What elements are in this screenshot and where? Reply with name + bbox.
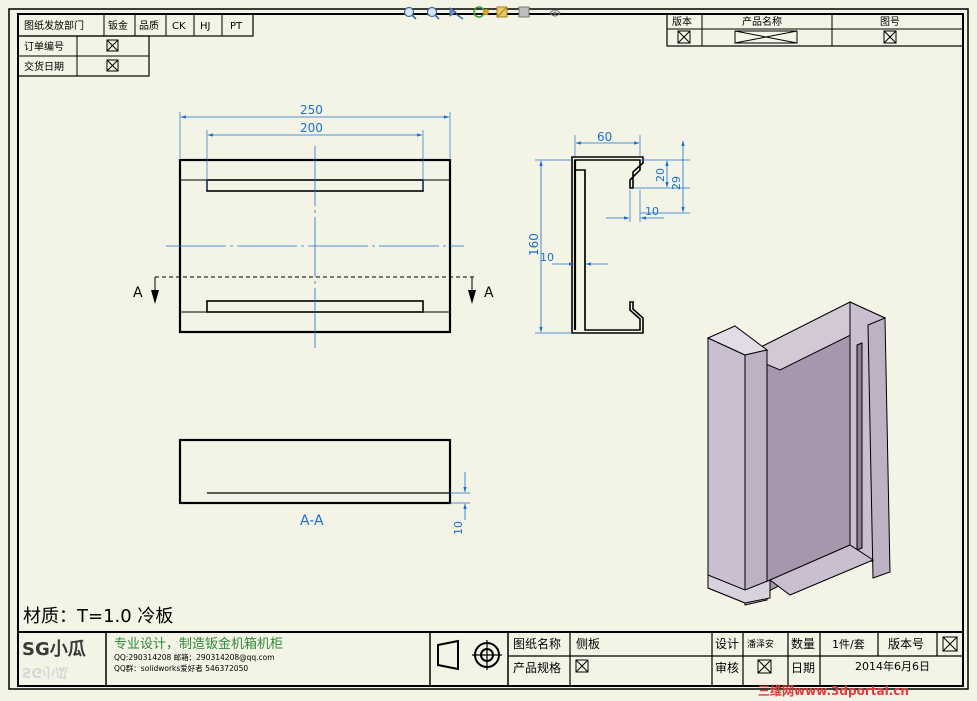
date-value: 2014年6月6日 — [855, 659, 930, 673]
dept-cell-1: 品质 — [139, 20, 159, 32]
dim-wall[interactable]: 10 — [540, 251, 554, 264]
contact-line-1: QQ:290314208 邮箱：290314208@qq.com — [114, 652, 275, 662]
projection-symbol-icon — [437, 639, 502, 671]
material-note: 材质：T=1.0 冷板 — [23, 606, 173, 627]
watermark: 三维网www.3dportal.cn — [758, 683, 909, 698]
dim-flange-total[interactable]: 29 — [670, 176, 683, 190]
contact-line-2: QQ群：solidworks爱好者 546372050 — [114, 663, 248, 673]
top-right-table: 版本 产品名称 图号 — [666, 13, 964, 47]
drawing-canvas[interactable]: 图纸发放部门 钣金 品质 CK HJ PT 订单编号 交货日期 版本 产品名称 … — [0, 0, 977, 701]
product-name-label: 产品名称 — [742, 15, 782, 28]
delivery-cross-icon — [106, 59, 119, 72]
dim-overall-width[interactable]: 250 — [300, 103, 323, 117]
dim-side-height[interactable]: 160 — [527, 233, 541, 256]
display-style-icon[interactable] — [518, 6, 530, 18]
designer-name: 潘泽安 — [747, 638, 774, 650]
dept-cell-2: CK — [172, 21, 186, 32]
delivery-label: 交货日期 — [24, 60, 64, 73]
dept-cell-4: PT — [230, 21, 243, 32]
version-cross-icon — [677, 30, 691, 44]
logo-text: SG小瓜 — [22, 639, 86, 660]
logo-reflection: SG小瓜 — [22, 664, 68, 679]
drawing-sheet[interactable]: 图纸发放部门 钣金 品质 CK HJ PT 订单编号 交货日期 版本 产品名称 … — [0, 0, 977, 701]
drawing-name-label: 图纸名称 — [513, 636, 561, 651]
front-view[interactable]: A A 250 200 — [133, 103, 494, 348]
dim-side-width[interactable]: 60 — [597, 130, 612, 144]
quantity-label: 数量 — [791, 636, 815, 651]
quantity-value: 1件/套 — [832, 638, 865, 651]
section-marker-left: A — [133, 285, 143, 301]
review-cross-icon — [757, 659, 772, 674]
drawing-no-label: 图号 — [880, 16, 900, 28]
dept-table: 图纸发放部门 钣金 品质 CK HJ PT — [17, 13, 254, 37]
dim-inner-width[interactable]: 200 — [300, 121, 323, 135]
design-label: 设计 — [715, 637, 739, 651]
section-view[interactable]: 10 A-A — [178, 438, 470, 535]
dept-cell-0: 钣金 — [108, 19, 128, 32]
dept-cell-3: HJ — [200, 21, 210, 32]
dim-return[interactable]: 10 — [645, 205, 659, 218]
product-name-cross-icon — [734, 30, 798, 44]
version-no-label: 版本号 — [888, 637, 924, 651]
drawing-name-value: 侧板 — [576, 637, 600, 651]
slogan: 专业设计，制造钣金机箱机柜 — [114, 636, 283, 652]
dim-flange[interactable]: 20 — [654, 168, 667, 182]
title-block: SG小瓜 SG小瓜 专业设计，制造钣金机箱机柜 QQ:290314208 邮箱：… — [17, 631, 964, 687]
isometric-view[interactable] — [706, 301, 891, 606]
date-label: 日期 — [791, 661, 815, 675]
order-no-cross-icon — [106, 39, 119, 52]
order-table: 订单编号 交货日期 — [17, 35, 150, 77]
version-no-cross-icon — [942, 636, 958, 652]
dept-label: 图纸发放部门 — [24, 19, 84, 32]
drawing-no-cross-icon — [883, 30, 897, 44]
dim-section-height[interactable]: 10 — [452, 521, 465, 535]
version-label: 版本 — [672, 15, 692, 28]
spec-label: 产品规格 — [513, 660, 561, 675]
side-view[interactable]: 60 160 20 29 10 10 — [527, 130, 690, 334]
spec-cross-icon — [575, 659, 589, 673]
order-no-label: 订单编号 — [24, 40, 64, 53]
review-label: 审核 — [715, 660, 739, 675]
section-marker-right: A — [484, 285, 494, 301]
section-caption: A-A — [300, 513, 324, 529]
section-view-icon[interactable] — [496, 6, 508, 18]
